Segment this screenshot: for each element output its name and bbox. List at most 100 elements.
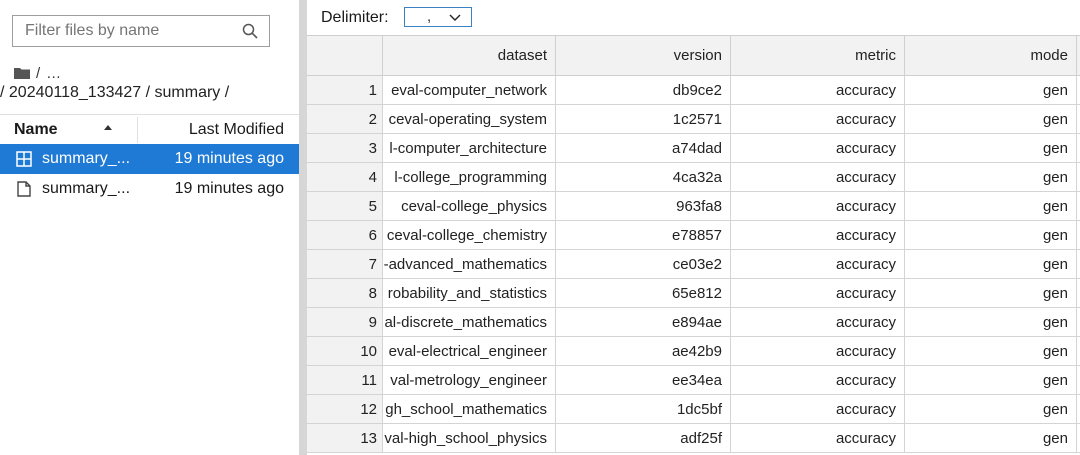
sort-ascending-icon[interactable] xyxy=(104,125,112,130)
file-filter-input[interactable] xyxy=(13,16,245,46)
cell-version[interactable]: 4ca32a xyxy=(556,163,731,191)
table-row[interactable]: 9 al-discrete_mathematics e894ae accuracy ge… xyxy=(307,308,1080,337)
column-header-dataset[interactable]: dataset xyxy=(383,36,556,75)
breadcrumb-slash[interactable]: / xyxy=(36,65,40,82)
table-row[interactable]: 5 ceval-college_physics 963fa8 accuracy gen xyxy=(307,192,1080,221)
cell-dataset[interactable]: al-discrete_mathematics xyxy=(383,308,556,336)
cell-mode[interactable]: gen xyxy=(905,105,1077,133)
cell-version[interactable]: 1c2571 xyxy=(556,105,731,133)
cell-metric[interactable]: accuracy xyxy=(731,308,905,336)
cell-mode[interactable]: gen xyxy=(905,163,1077,191)
table-row[interactable]: 12 gh_school_mathematics 1dc5bf accuracy gen xyxy=(307,395,1080,424)
file-list-item[interactable]: summary_... 19 minutes ago xyxy=(0,144,299,174)
cell-metric[interactable]: accuracy xyxy=(731,366,905,394)
cell-version[interactable]: adf25f xyxy=(556,424,731,452)
table-row[interactable]: 11 val-metrology_engineer ee34ea accuracy ge… xyxy=(307,366,1080,395)
folder-icon[interactable] xyxy=(14,67,30,79)
cell-version[interactable]: 1dc5bf xyxy=(556,395,731,423)
cell-mode[interactable]: gen xyxy=(905,337,1077,365)
table-row[interactable]: 10 eval-electrical_engineer ae42b9 accuracy… xyxy=(307,337,1080,366)
table-row[interactable]: 7 -advanced_mathematics ce03e2 accuracy gen xyxy=(307,250,1080,279)
delimiter-select[interactable]: , xyxy=(404,7,472,27)
row-number[interactable]: 12 xyxy=(307,395,383,423)
cell-metric[interactable]: accuracy xyxy=(731,76,905,104)
cell-dataset[interactable]: ceval-college_physics xyxy=(383,192,556,220)
cell-mode[interactable]: gen xyxy=(905,279,1077,307)
cell-metric[interactable]: accuracy xyxy=(731,395,905,423)
panel-splitter[interactable] xyxy=(299,0,307,455)
file-modified: 19 minutes ago xyxy=(174,180,284,197)
cell-metric[interactable]: accuracy xyxy=(731,279,905,307)
cell-version[interactable]: e894ae xyxy=(556,308,731,336)
cell-metric[interactable]: accuracy xyxy=(731,105,905,133)
file-filter-box[interactable] xyxy=(12,15,270,47)
cell-dataset[interactable]: l-college_programming xyxy=(383,163,556,191)
row-number[interactable]: 5 xyxy=(307,192,383,220)
row-number[interactable]: 8 xyxy=(307,279,383,307)
name-column-header[interactable]: Name xyxy=(14,121,58,139)
cell-dataset[interactable]: l-computer_architecture xyxy=(383,134,556,162)
table-row[interactable]: 2 ceval-operating_system 1c2571 accuracy gen xyxy=(307,105,1080,134)
cell-mode[interactable]: gen xyxy=(905,308,1077,336)
table-row[interactable]: 3 l-computer_architecture a74dad accuracy ge… xyxy=(307,134,1080,163)
row-number[interactable]: 7 xyxy=(307,250,383,278)
row-number[interactable]: 11 xyxy=(307,366,383,394)
cell-metric[interactable]: accuracy xyxy=(731,221,905,249)
cell-dataset[interactable]: val-high_school_physics xyxy=(383,424,556,452)
column-header-mode[interactable]: mode xyxy=(905,36,1077,75)
search-icon[interactable] xyxy=(242,23,258,39)
row-number[interactable]: 6 xyxy=(307,221,383,249)
row-number-header xyxy=(307,36,383,75)
cell-mode[interactable]: gen xyxy=(905,134,1077,162)
cell-version[interactable]: 65e812 xyxy=(556,279,731,307)
cell-version[interactable]: ae42b9 xyxy=(556,337,731,365)
cell-version[interactable]: db9ce2 xyxy=(556,76,731,104)
cell-dataset[interactable]: val-metrology_engineer xyxy=(383,366,556,394)
cell-mode[interactable]: gen xyxy=(905,250,1077,278)
table-row[interactable]: 13 val-high_school_physics adf25f accuracy g… xyxy=(307,424,1080,453)
row-number[interactable]: 3 xyxy=(307,134,383,162)
cell-mode[interactable]: gen xyxy=(905,366,1077,394)
breadcrumb-ellipsis[interactable]: … xyxy=(46,65,61,82)
cell-metric[interactable]: accuracy xyxy=(731,337,905,365)
cell-mode[interactable]: gen xyxy=(905,192,1077,220)
breadcrumb-path[interactable]: / 20240118_133427 / summary / xyxy=(0,84,229,102)
cell-mode[interactable]: gen xyxy=(905,221,1077,249)
cell-dataset[interactable]: -advanced_mathematics xyxy=(383,250,556,278)
cell-version[interactable]: e78857 xyxy=(556,221,731,249)
file-list-item[interactable]: summary_... 19 minutes ago xyxy=(0,174,299,204)
cell-dataset[interactable]: ceval-college_chemistry xyxy=(383,221,556,249)
cell-version[interactable]: 963fa8 xyxy=(556,192,731,220)
table-row[interactable]: 4 l-college_programming 4ca32a accuracy gen xyxy=(307,163,1080,192)
cell-dataset[interactable]: eval-electrical_engineer xyxy=(383,337,556,365)
cell-metric[interactable]: accuracy xyxy=(731,163,905,191)
table-row[interactable]: 6 ceval-college_chemistry e78857 accuracy ge… xyxy=(307,221,1080,250)
cell-version[interactable]: ce03e2 xyxy=(556,250,731,278)
breadcrumb-root: / … xyxy=(14,64,67,82)
cell-metric[interactable]: accuracy xyxy=(731,134,905,162)
cell-dataset[interactable]: gh_school_mathematics xyxy=(383,395,556,423)
column-header-version[interactable]: version xyxy=(556,36,731,75)
cell-metric[interactable]: accuracy xyxy=(731,192,905,220)
table-row[interactable]: 8 robability_and_statistics 65e812 accuracy… xyxy=(307,279,1080,308)
cell-metric[interactable]: accuracy xyxy=(731,424,905,452)
column-header-metric[interactable]: metric xyxy=(731,36,905,75)
cell-dataset[interactable]: ceval-operating_system xyxy=(383,105,556,133)
table-row[interactable]: 1 eval-computer_network db9ce2 accuracy gen xyxy=(307,76,1080,105)
row-number[interactable]: 2 xyxy=(307,105,383,133)
row-number[interactable]: 1 xyxy=(307,76,383,104)
row-number[interactable]: 4 xyxy=(307,163,383,191)
row-number[interactable]: 13 xyxy=(307,424,383,452)
cell-dataset[interactable]: eval-computer_network xyxy=(383,76,556,104)
file-modified: 19 minutes ago xyxy=(174,150,284,167)
row-number[interactable]: 9 xyxy=(307,308,383,336)
cell-version[interactable]: a74dad xyxy=(556,134,731,162)
cell-mode[interactable]: gen xyxy=(905,424,1077,452)
row-number[interactable]: 10 xyxy=(307,337,383,365)
cell-version[interactable]: ee34ea xyxy=(556,366,731,394)
cell-mode[interactable]: gen xyxy=(905,76,1077,104)
cell-dataset[interactable]: robability_and_statistics xyxy=(383,279,556,307)
last-modified-column-header[interactable]: Last Modified xyxy=(189,121,284,139)
cell-mode[interactable]: gen xyxy=(905,395,1077,423)
cell-metric[interactable]: accuracy xyxy=(731,250,905,278)
